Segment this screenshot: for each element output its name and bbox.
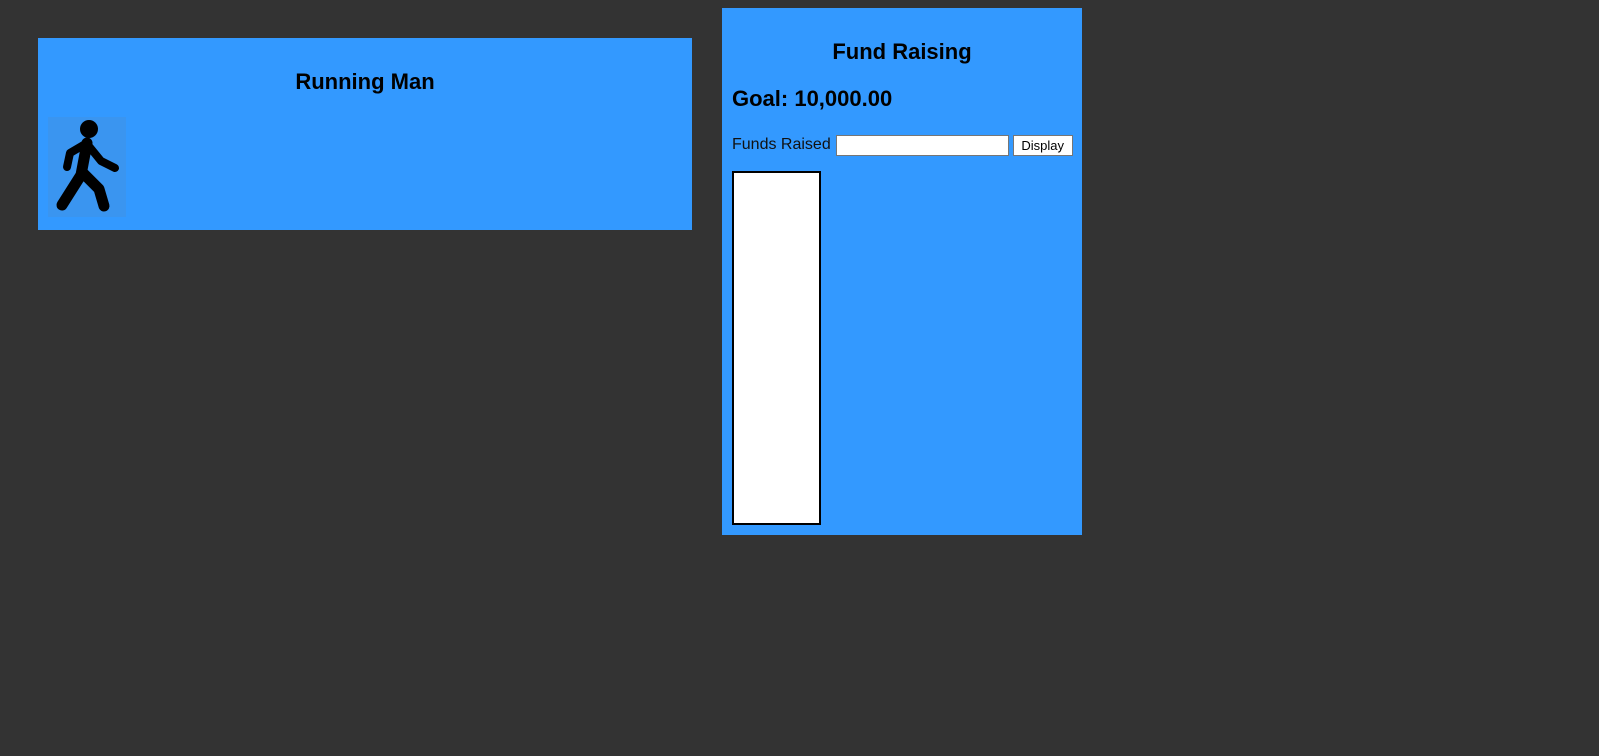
goal-amount: Goal: 10,000.00: [732, 86, 893, 111]
progress-meter: [732, 171, 821, 525]
funds-raised-row: Funds Raised Display: [732, 134, 1073, 156]
display-button[interactable]: Display: [1012, 134, 1073, 156]
running-man-title: Running Man: [295, 69, 435, 94]
funds-raised-label: Funds Raised: [732, 136, 831, 153]
walking-person-icon: [48, 117, 126, 217]
fund-raising-title: Fund Raising: [832, 39, 972, 64]
fund-raising-panel: Fund Raising Goal: 10,000.00 Funds Raise…: [722, 8, 1082, 535]
running-man-panel: Running Man: [38, 38, 692, 230]
funds-raised-input[interactable]: [835, 134, 1009, 156]
